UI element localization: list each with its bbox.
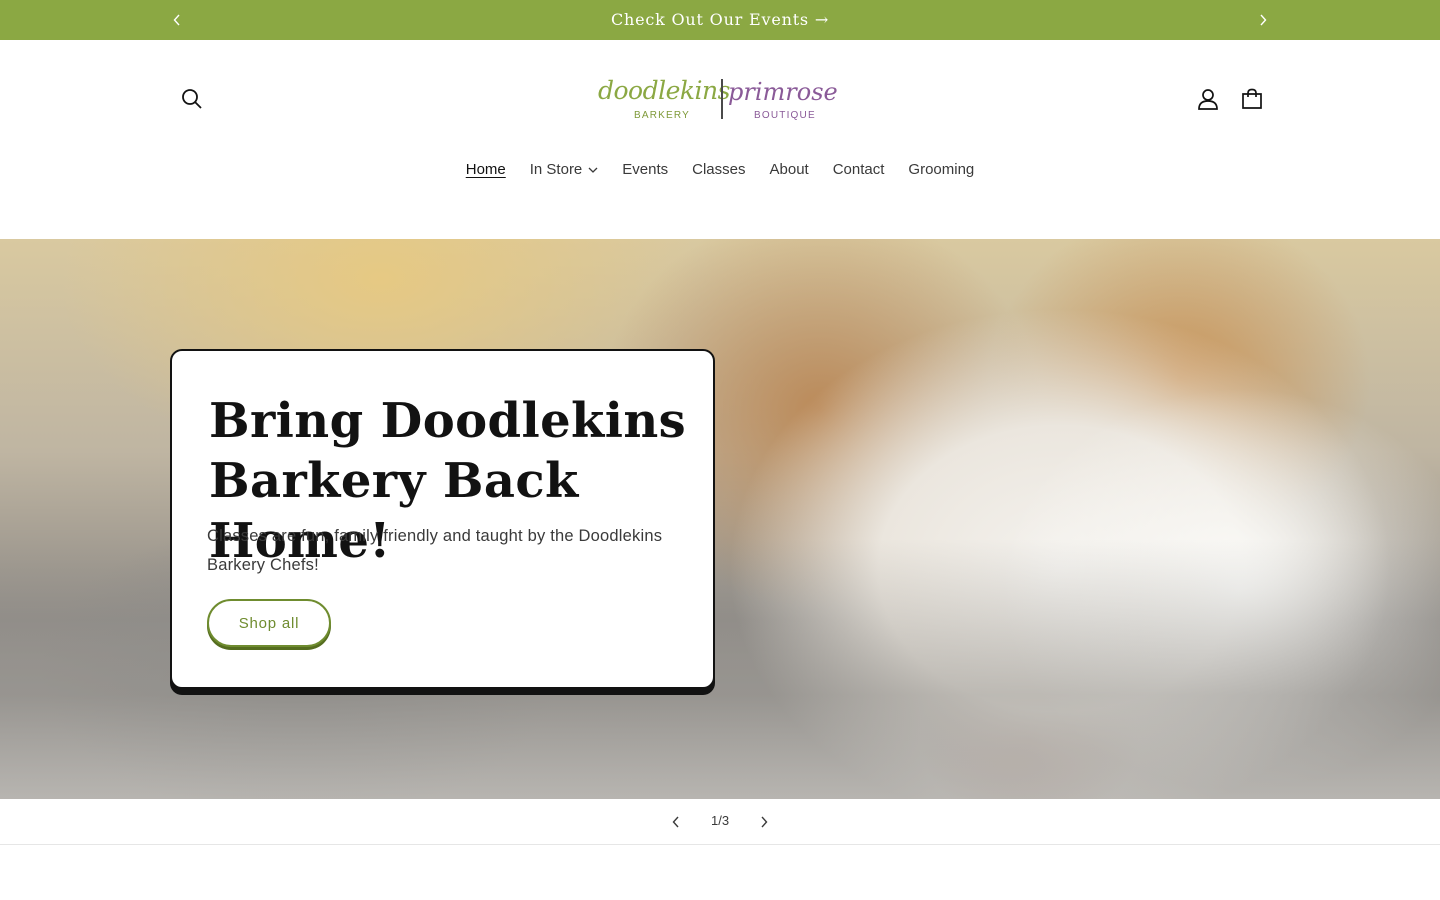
nav-in-store-label: In Store — [529, 161, 583, 178]
nav-in-store[interactable]: In Store — [530, 158, 599, 182]
hero-content-card: Bring Doodlekins Barkery Back Home! Clas… — [170, 349, 715, 695]
nav-contact[interactable]: Contact — [833, 158, 885, 182]
search-icon — [182, 89, 202, 109]
account-icon — [1198, 89, 1218, 110]
logo-barkery: BARKERY — [634, 110, 691, 121]
hero-card-box: Bring Doodlekins Barkery Back Home! Clas… — [170, 349, 715, 689]
account-button[interactable] — [1190, 81, 1226, 117]
cart-icon — [1242, 88, 1262, 109]
search-button[interactable] — [174, 81, 210, 117]
chevron-down-icon — [588, 167, 598, 173]
site-logo[interactable]: doodlekins primrose BARKERY BOUTIQUE — [590, 66, 850, 134]
slide-next-button[interactable] — [752, 810, 776, 834]
logo-boutique: BOUTIQUE — [754, 110, 816, 121]
shop-all-button[interactable]: Shop all — [207, 599, 331, 647]
logo-primrose: primrose — [728, 78, 838, 106]
chevron-right-icon — [761, 816, 768, 828]
nav-events[interactable]: Events — [622, 158, 668, 182]
slide-counter: 1/3 — [700, 813, 740, 828]
main-nav: Home In Store Events Classes About Conta… — [0, 158, 1440, 182]
announcement-next-button[interactable] — [1253, 10, 1273, 30]
hero-description: Classes are fun, family friendly and tau… — [207, 527, 663, 574]
slide-total: 3 — [721, 813, 730, 828]
cart-button[interactable] — [1234, 81, 1270, 117]
nav-about[interactable]: About — [770, 158, 809, 182]
logo-doodlekins: doodlekins — [598, 76, 730, 105]
chevron-right-icon — [1260, 14, 1267, 26]
nav-home[interactable]: Home — [466, 158, 506, 182]
nav-grooming[interactable]: Grooming — [908, 158, 974, 182]
announcement-link[interactable]: Check Out Our Events → — [0, 0, 1440, 40]
announcement-bar: Check Out Our Events → — [0, 0, 1440, 40]
slideshow-controls: 1/3 — [0, 799, 1440, 845]
slide-prev-button[interactable] — [664, 810, 688, 834]
chevron-left-icon — [672, 816, 679, 828]
nav-classes[interactable]: Classes — [692, 158, 745, 182]
logo-divider — [721, 79, 723, 119]
